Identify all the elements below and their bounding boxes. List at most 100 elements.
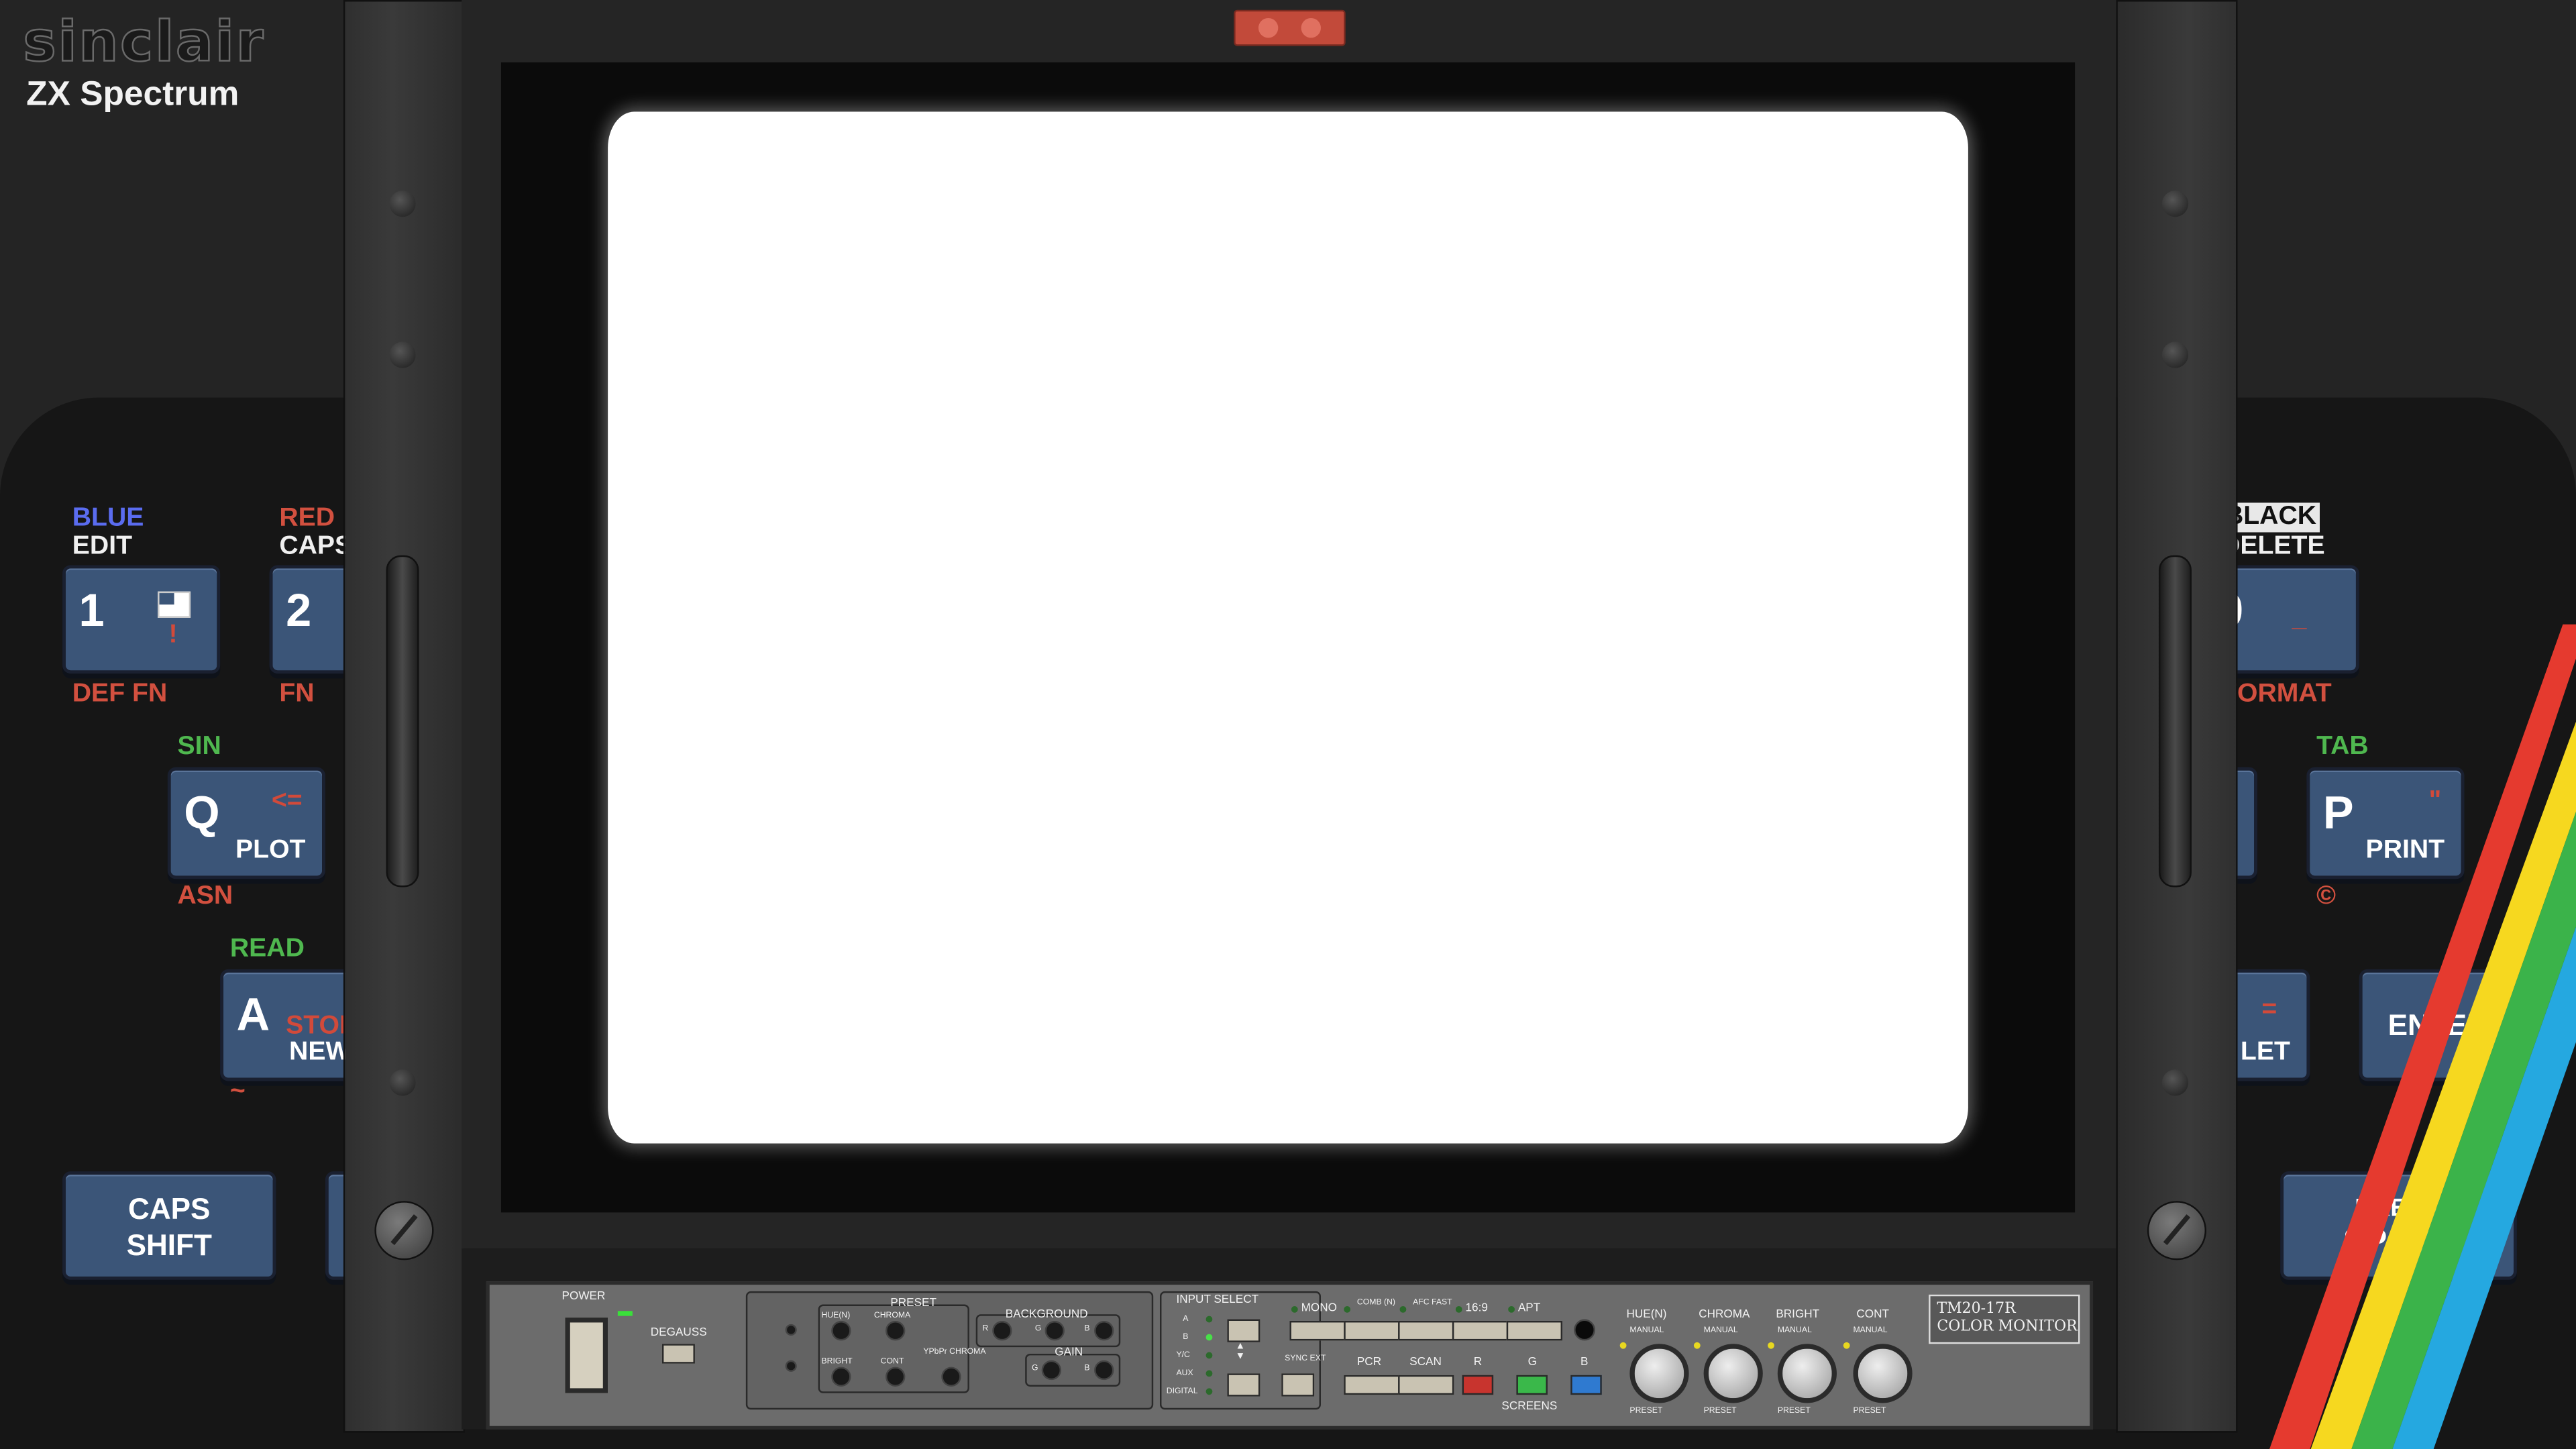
bright-preset-small: PRESET <box>1777 1406 1811 1417</box>
indicator-dot <box>785 1360 797 1372</box>
gain-b-control[interactable] <box>1094 1360 1114 1381</box>
chroma-knob[interactable] <box>1703 1344 1763 1403</box>
monitor-rack-ear-left <box>343 0 466 1433</box>
knob-cont-label: CONT <box>1856 1309 1889 1321</box>
model-name: ZX Spectrum <box>26 75 239 113</box>
caps-shift-line2: SHIFT <box>126 1228 212 1262</box>
input-a-label: A <box>1183 1314 1189 1324</box>
key-q[interactable]: Q <= PLOT <box>167 767 325 879</box>
ypbpr-chroma-trim-control[interactable] <box>941 1366 961 1387</box>
gain-g-label: G <box>1031 1363 1038 1374</box>
chroma-preset-label: CHROMA <box>873 1311 911 1321</box>
cont-manual-led <box>1843 1342 1850 1349</box>
apt-led <box>1508 1305 1515 1313</box>
mono-led <box>1291 1305 1298 1313</box>
blue-screen-button[interactable] <box>1570 1375 1602 1395</box>
comb-label: COMB (N) <box>1356 1297 1396 1308</box>
key-q-symbol: <= <box>271 787 303 815</box>
aspect-led <box>1455 1305 1462 1313</box>
hue-manual-label: MANUAL <box>1629 1326 1664 1336</box>
key-a-word: NEW <box>289 1038 351 1067</box>
pcr-label: PCR <box>1356 1356 1382 1369</box>
hue-preset-label: HUE(N) <box>821 1311 851 1321</box>
sync-ext-button[interactable] <box>1281 1373 1315 1397</box>
crt-screen[interactable] <box>608 111 1968 1144</box>
afc-led <box>1399 1305 1407 1313</box>
chroma-manual-led <box>1693 1342 1701 1349</box>
arrow-updown-icon: ▲ ▼ <box>1235 1342 1246 1362</box>
indicator-dot <box>785 1324 797 1336</box>
scan-label: SCAN <box>1409 1356 1442 1369</box>
remote-sensor <box>1574 1319 1595 1341</box>
monitor-rack-ear-right <box>2116 0 2238 1433</box>
screw-icon <box>374 1201 434 1260</box>
hue-trim-control[interactable] <box>831 1320 851 1341</box>
comb-button[interactable] <box>1344 1320 1400 1341</box>
cont-knob[interactable] <box>1853 1344 1913 1403</box>
bright-knob[interactable] <box>1777 1344 1837 1403</box>
bolt-icon <box>389 191 416 217</box>
afc-button[interactable] <box>1398 1320 1454 1341</box>
aspect-button[interactable] <box>1452 1320 1509 1341</box>
key-1-edit-label: EDIT <box>72 532 133 561</box>
power-button[interactable] <box>565 1318 608 1393</box>
chroma-manual-label: MANUAL <box>1703 1326 1738 1336</box>
input-b-led <box>1205 1334 1213 1341</box>
bolt-icon <box>389 341 416 368</box>
gain-label: GAIN <box>1055 1347 1083 1359</box>
degauss-button[interactable] <box>661 1344 695 1364</box>
knob-bright-label: BRIGHT <box>1776 1309 1820 1321</box>
background-label: BACKGROUND <box>1005 1309 1088 1321</box>
key-2-label: 2 <box>286 584 312 636</box>
bright-trim-control[interactable] <box>831 1366 851 1387</box>
chroma-preset-small: PRESET <box>1703 1406 1737 1417</box>
bright-manual-label: MANUAL <box>1777 1326 1812 1336</box>
input-digital-label: DIGITAL <box>1166 1386 1198 1397</box>
bg-r-control[interactable] <box>992 1320 1012 1341</box>
gain-g-control[interactable] <box>1041 1360 1062 1381</box>
input-digital-led <box>1205 1388 1213 1395</box>
key-2-below-label: FN <box>279 680 315 708</box>
key-1[interactable]: 1 ! <box>62 565 221 674</box>
cont-preset-small: PRESET <box>1853 1406 1886 1417</box>
tally-light <box>1234 9 1346 46</box>
emulator-stage: sinclair ZX Spectrum BLUE EDIT 1 ! DEF F… <box>0 0 2576 1449</box>
chroma-trim-control[interactable] <box>885 1320 906 1341</box>
bright-manual-led <box>1768 1342 1774 1349</box>
screw-icon <box>2147 1201 2207 1260</box>
comb-led <box>1344 1305 1351 1313</box>
key-1-color-label: BLUE <box>72 504 144 533</box>
preset-label: PRESET <box>890 1297 936 1309</box>
input-yc-label: Y/C <box>1176 1350 1190 1360</box>
bg-r-label: R <box>982 1324 989 1334</box>
pcr-button[interactable] <box>1344 1375 1400 1395</box>
input-up-button[interactable] <box>1227 1319 1260 1342</box>
key-a-below-label: ~ <box>229 1077 246 1106</box>
caps-shift-key[interactable]: CAPS SHIFT <box>62 1171 276 1280</box>
power-label: POWER <box>561 1291 606 1303</box>
cont-trim-control[interactable] <box>885 1366 906 1387</box>
input-aux-led <box>1205 1370 1213 1377</box>
screen-r-label: R <box>1473 1356 1483 1369</box>
bg-b-label: B <box>1084 1324 1090 1334</box>
mono-label: MONO <box>1301 1303 1337 1315</box>
bg-g-control[interactable] <box>1044 1320 1065 1341</box>
hue-preset-small: PRESET <box>1629 1406 1663 1417</box>
red-screen-button[interactable] <box>1462 1375 1494 1395</box>
green-screen-button[interactable] <box>1516 1375 1548 1395</box>
screen-g-label: G <box>1527 1356 1537 1369</box>
model-badge: TM20-17R COLOR MONITOR <box>1929 1294 2080 1344</box>
rainbow-stripes <box>2269 624 2576 1449</box>
apt-button[interactable] <box>1506 1320 1562 1341</box>
key-a-label: A <box>236 989 270 1040</box>
hue-knob[interactable] <box>1629 1344 1689 1403</box>
bg-b-control[interactable] <box>1094 1320 1114 1341</box>
bolt-icon <box>2161 191 2189 217</box>
scan-button[interactable] <box>1398 1375 1454 1395</box>
input-down-button[interactable] <box>1227 1373 1260 1397</box>
rack-handle-left <box>386 555 419 888</box>
bolt-icon <box>2161 1069 2189 1096</box>
mono-button[interactable] <box>1289 1320 1346 1341</box>
sinclair-logo: sinclair <box>22 9 265 76</box>
key-a-above-label: READ <box>229 934 305 963</box>
